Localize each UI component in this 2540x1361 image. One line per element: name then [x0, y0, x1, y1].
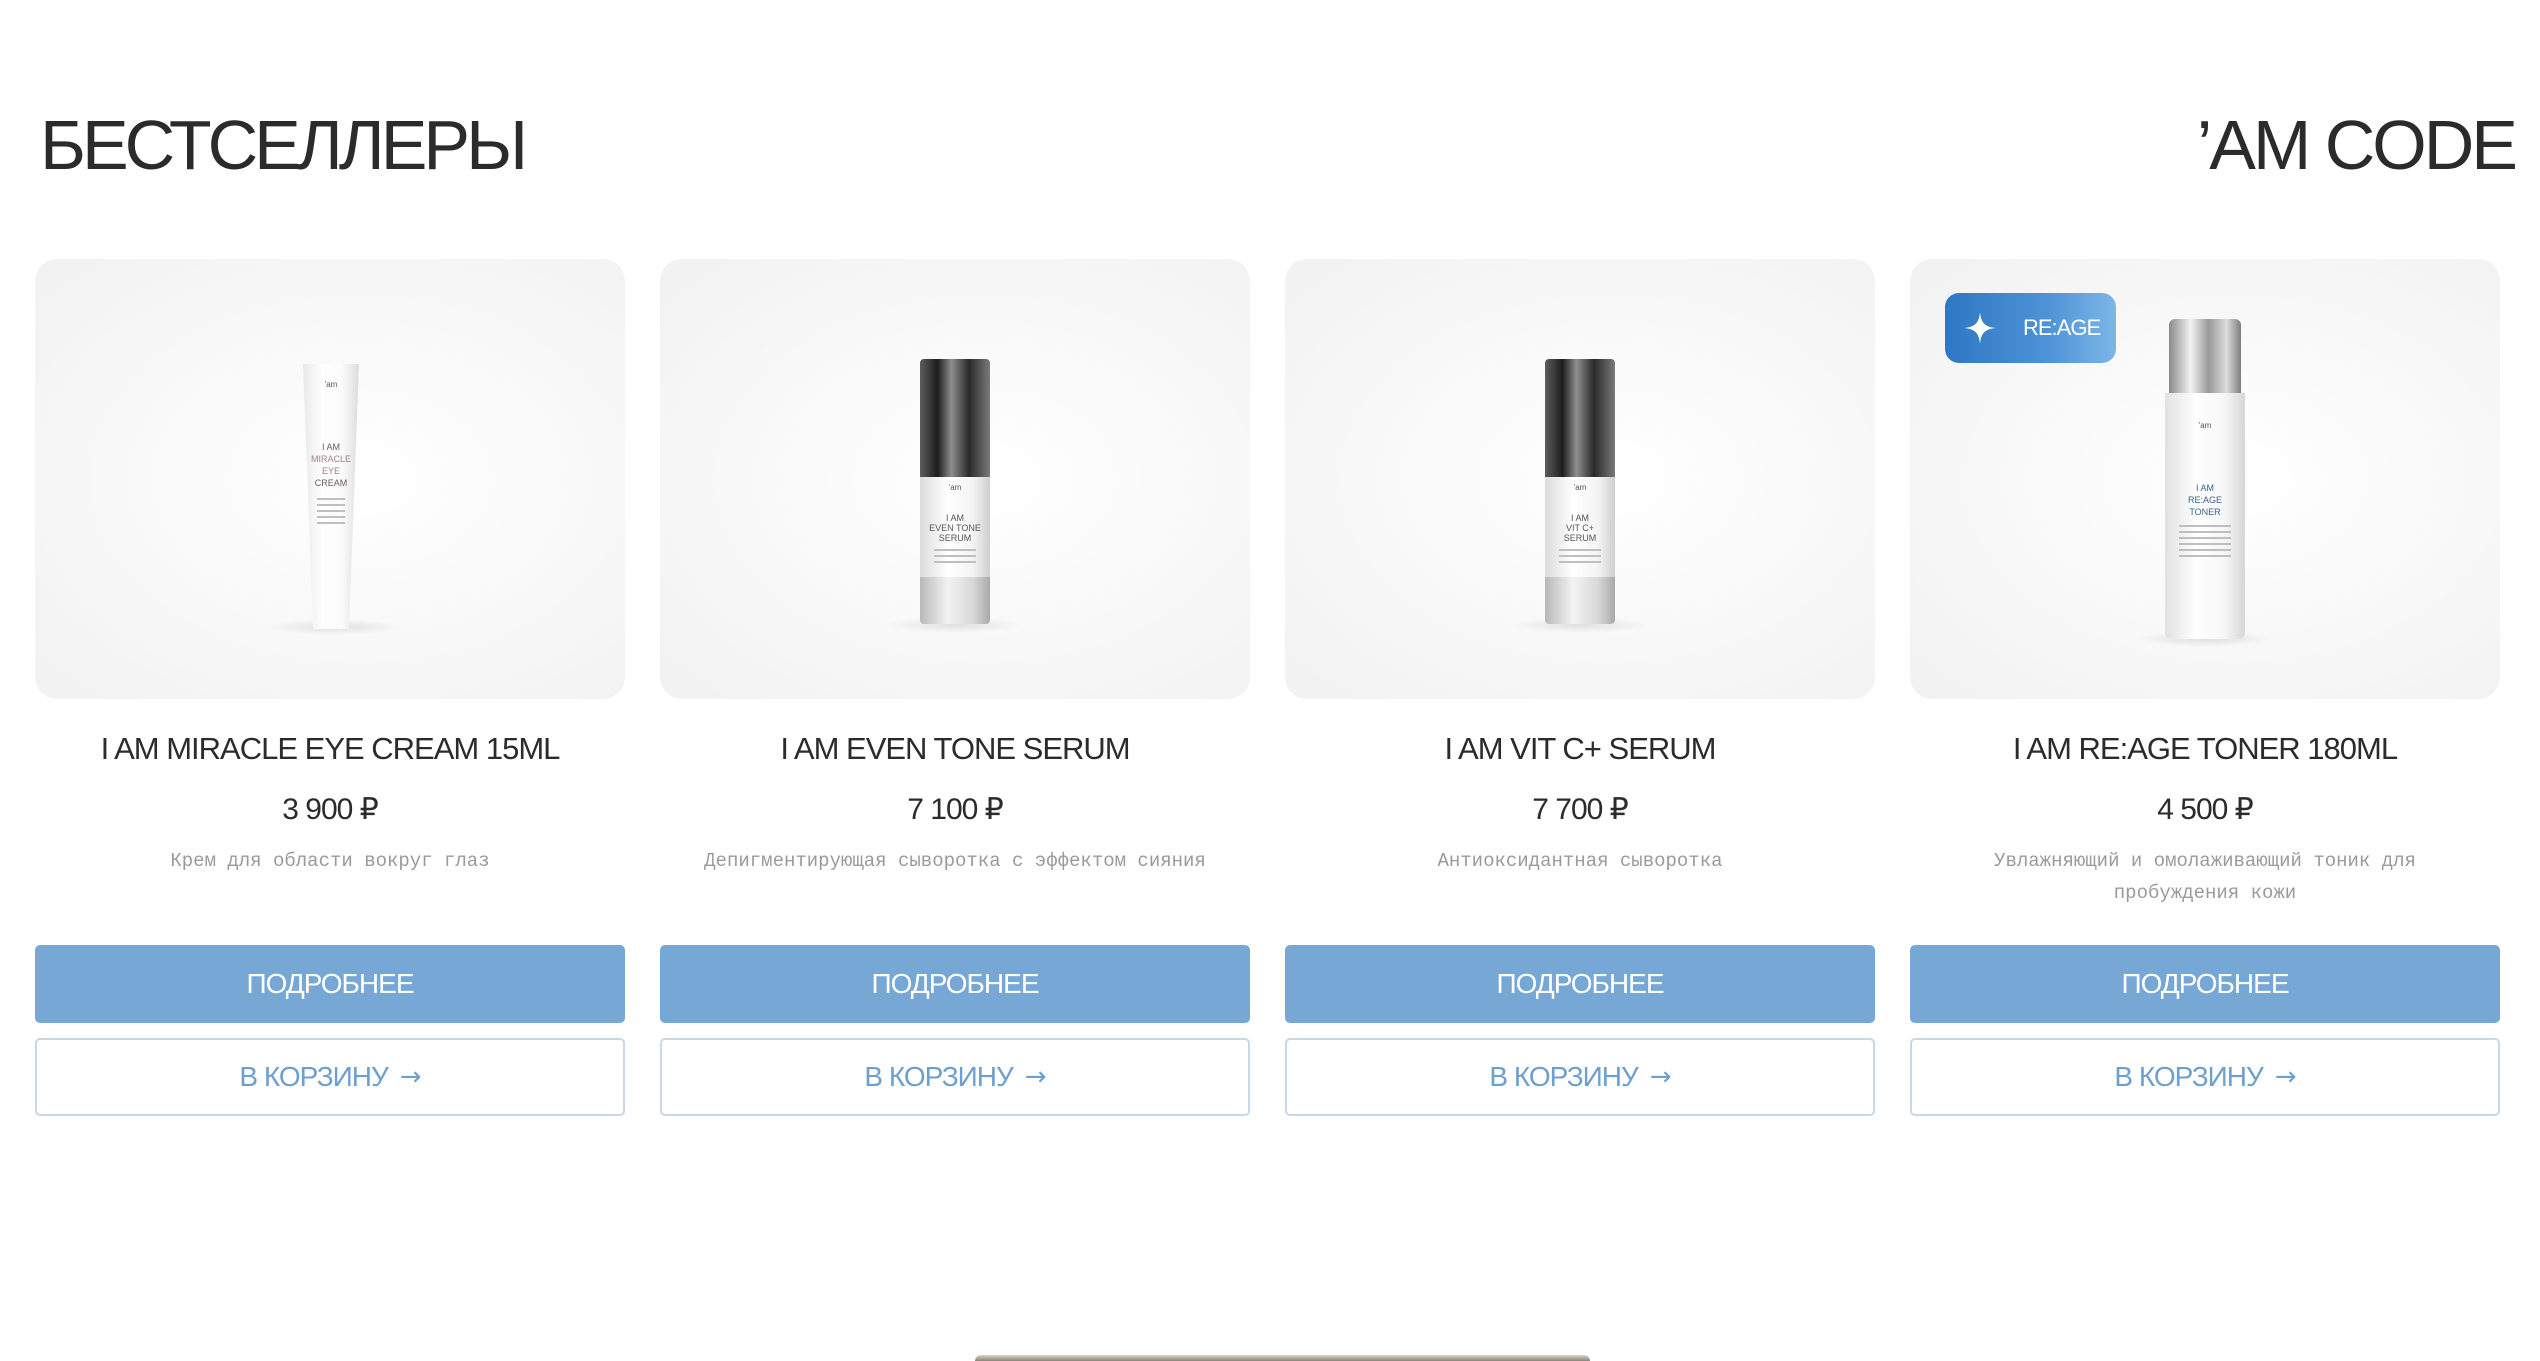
product-card: 'am I AM RE:AGE TONER RE:AGE I AM RE:AGE… — [1910, 259, 2500, 1119]
package-fine-print — [2179, 525, 2231, 561]
product-image[interactable]: 'am I AM RE:AGE TONER RE:AGE — [1910, 259, 2500, 699]
next-section-image-edge — [975, 1355, 1590, 1361]
re-age-badge: RE:AGE — [1945, 293, 2116, 363]
add-to-cart-label: В КОРЗИНУ — [2114, 1061, 2263, 1092]
package-brand: 'am — [2198, 421, 2212, 430]
bottle-cap — [920, 359, 990, 477]
toner-bottle: 'am I AM RE:AGE TONER — [2165, 319, 2245, 639]
bottle-cap — [2169, 319, 2241, 393]
eye-cream-tube: 'am I AM MIRACLE EYE CREAM — [303, 364, 359, 629]
serum-bottle: 'am I AM VIT C+ SERUM — [1545, 359, 1615, 624]
package-name-line: VIT C+ — [1565, 523, 1595, 533]
product-description: Депигментирующая сыворотка с эффектом си… — [704, 850, 1206, 872]
package-name-line: EYE — [321, 466, 340, 476]
section-title: БЕСТСЕЛЛЕРЫ — [40, 106, 528, 184]
details-button[interactable]: ПОДРОБНЕЕ — [1910, 945, 2500, 1023]
package-name-line: TONER — [2189, 507, 2221, 517]
package-name-line: I AM — [321, 442, 340, 452]
package-name-line: MIRACLE — [310, 454, 351, 464]
package-name-line: EVEN TONE — [929, 523, 981, 533]
sparkle-icon — [1945, 293, 2015, 363]
product-image[interactable]: 'am I AM VIT C+ SERUM — [1285, 259, 1875, 699]
bottle-base — [920, 577, 990, 624]
add-to-cart-button[interactable]: В КОРЗИНУ → — [660, 1038, 1250, 1116]
details-button[interactable]: ПОДРОБНЕЕ — [660, 945, 1250, 1023]
product-price: 3 900 ₽ — [282, 793, 379, 826]
arrow-right-icon: → — [1024, 1062, 1047, 1092]
add-to-cart-button[interactable]: В КОРЗИНУ → — [35, 1038, 625, 1116]
brand-logo[interactable]: ’AM CODE — [2197, 100, 2518, 190]
package-name-line: I AM — [945, 513, 964, 523]
product-card: 'am I AM VIT C+ SERUM I AM VIT C+ SERUM … — [1285, 259, 1875, 1119]
product-description: Увлажняющий и омолаживающий тоник для пр… — [1994, 850, 2416, 904]
product-name[interactable]: I AM MIRACLE EYE CREAM 15ML — [35, 731, 625, 767]
product-name[interactable]: I AM RE:AGE TONER 180ML — [1910, 731, 2500, 767]
add-to-cart-label: В КОРЗИНУ — [864, 1061, 1013, 1092]
product-description: Антиоксидантная сыворотка — [1437, 850, 1723, 872]
bottle-body: 'am I AM VIT C+ SERUM — [1545, 477, 1615, 577]
add-to-cart-label: В КОРЗИНУ — [1489, 1061, 1638, 1092]
add-to-cart-label: В КОРЗИНУ — [239, 1061, 388, 1092]
add-to-cart-button[interactable]: В КОРЗИНУ → — [1285, 1038, 1875, 1116]
package-name-line: I AM — [1570, 513, 1589, 523]
badge-label: RE:AGE — [2023, 315, 2101, 340]
add-to-cart-button[interactable]: В КОРЗИНУ → — [1910, 1038, 2500, 1116]
package-name-line: SERUM — [938, 533, 972, 543]
package-brand: 'am — [948, 483, 962, 492]
product-price: 4 500 ₽ — [2157, 793, 2254, 826]
bottle-body: 'am I AM RE:AGE TONER — [2165, 393, 2245, 639]
package-brand: 'am — [324, 380, 338, 389]
package-fine-print — [317, 498, 345, 528]
package-name-line: CREAM — [314, 478, 348, 488]
bottle-body: 'am I AM EVEN TONE SERUM — [920, 477, 990, 577]
package-fine-print — [1559, 549, 1601, 567]
product-card: 'am I AM MIRACLE EYE CREAM I AM MIRACLE … — [35, 259, 625, 1119]
product-image[interactable]: 'am I AM MIRACLE EYE CREAM — [35, 259, 625, 699]
product-name[interactable]: I AM EVEN TONE SERUM — [660, 731, 1250, 767]
bottle-cap — [1545, 359, 1615, 477]
section-header: БЕСТСЕЛЛЕРЫ ’AM CODE — [40, 100, 2518, 190]
package-name-line: I AM — [2195, 483, 2214, 493]
package-name-line: SERUM — [1563, 533, 1597, 543]
package-name-line: RE:AGE — [2187, 495, 2222, 505]
arrow-right-icon: → — [1649, 1062, 1672, 1092]
product-name[interactable]: I AM VIT C+ SERUM — [1285, 731, 1875, 767]
details-button[interactable]: ПОДРОБНЕЕ — [35, 945, 625, 1023]
package-brand: 'am — [1573, 483, 1587, 492]
product-price: 7 100 ₽ — [907, 793, 1004, 826]
bottle-base — [1545, 577, 1615, 624]
product-image[interactable]: 'am I AM EVEN TONE SERUM — [660, 259, 1250, 699]
arrow-right-icon: → — [2274, 1062, 2297, 1092]
product-price: 7 700 ₽ — [1532, 793, 1629, 826]
details-button[interactable]: ПОДРОБНЕЕ — [1285, 945, 1875, 1023]
arrow-right-icon: → — [399, 1062, 422, 1092]
product-grid: 'am I AM MIRACLE EYE CREAM I AM MIRACLE … — [35, 259, 2501, 1119]
package-fine-print — [934, 549, 976, 567]
serum-bottle: 'am I AM EVEN TONE SERUM — [920, 359, 990, 624]
product-description: Крем для области вокруг глаз — [170, 850, 490, 872]
product-card: 'am I AM EVEN TONE SERUM I AM EVEN TONE … — [660, 259, 1250, 1119]
